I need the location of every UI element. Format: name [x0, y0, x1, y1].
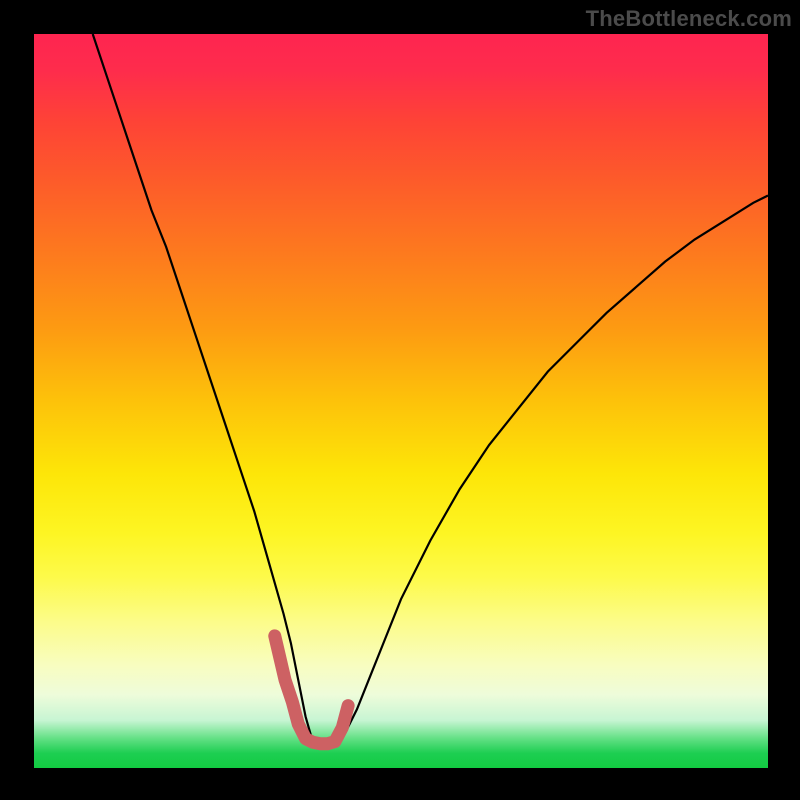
highlight-segment: [275, 636, 348, 744]
curves-svg: [34, 34, 768, 768]
watermark-text: TheBottleneck.com: [586, 6, 792, 32]
chart-frame: TheBottleneck.com: [0, 0, 800, 800]
plot-area: [34, 34, 768, 768]
bottleneck-curve: [93, 34, 768, 746]
